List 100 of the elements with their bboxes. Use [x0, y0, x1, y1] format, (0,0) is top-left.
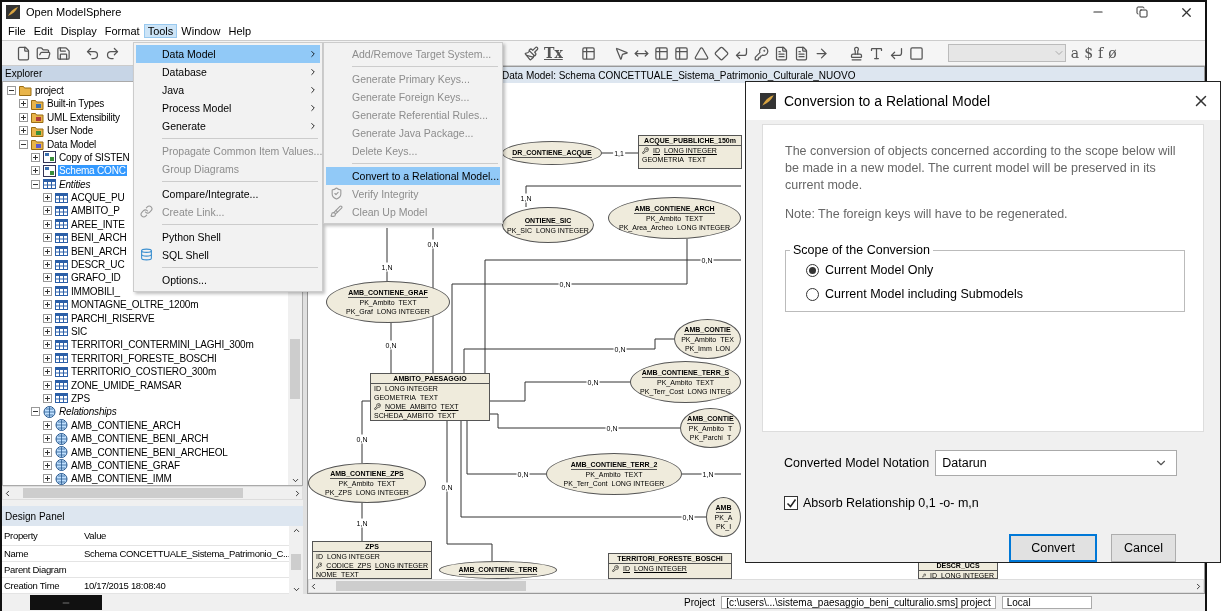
property-value[interactable]: 10/17/2015 18:08:40: [82, 580, 166, 591]
tree-item[interactable]: BENI_ARCH: [70, 245, 128, 257]
expander-icon[interactable]: [7, 85, 16, 95]
radio-option[interactable]: Current Model Only: [806, 263, 1170, 278]
tree-item[interactable]: AMB_CONTIENE_GRAF: [70, 459, 181, 471]
tree-item[interactable]: PARCHI_RISERVE: [70, 312, 156, 324]
menu-item[interactable]: Generate: [136, 117, 320, 135]
chevron-up-icon[interactable]: [291, 526, 301, 535]
redo-icon[interactable]: [105, 45, 120, 61]
radio-icon[interactable]: [806, 287, 819, 301]
expander-icon[interactable]: [43, 273, 52, 283]
menu-title[interactable]: Help: [224, 24, 256, 38]
menu-item[interactable]: Convert to a Relational Model...: [326, 167, 500, 185]
font-icon[interactable]: [868, 45, 884, 61]
triangle-icon[interactable]: [693, 45, 709, 61]
toolbar-glyph-button[interactable]: ø: [1108, 45, 1117, 61]
expander-icon[interactable]: [31, 166, 40, 176]
tree-item[interactable]: Entities: [58, 178, 92, 190]
chevron-down-icon[interactable]: [291, 585, 301, 594]
paint-icon[interactable]: [524, 45, 539, 61]
chevron-left-icon[interactable]: [309, 581, 318, 591]
dialog-button[interactable]: Convert: [1009, 534, 1098, 562]
scrollbar[interactable]: [2, 486, 303, 501]
arrow-icon[interactable]: [813, 45, 829, 61]
tree-item[interactable]: DESCR_UC: [70, 259, 126, 271]
expander-icon[interactable]: [43, 313, 52, 323]
tree-item[interactable]: IMMOBILI_: [70, 285, 121, 297]
undo-icon[interactable]: [85, 45, 100, 61]
tree-item[interactable]: AMB_CONTIENE_ARCH: [70, 419, 182, 431]
table-icon[interactable]: [673, 45, 689, 61]
scrollbar[interactable]: [308, 579, 1204, 593]
dialog-button[interactable]: Cancel: [1111, 534, 1176, 562]
expander-icon[interactable]: [43, 286, 52, 296]
new-file-icon[interactable]: [16, 45, 31, 61]
expander-icon[interactable]: [31, 407, 40, 417]
toolbar-glyph-button[interactable]: f: [1098, 45, 1104, 61]
clear-format-button[interactable]: Tx: [544, 45, 563, 61]
tree-item[interactable]: AMB_CONTIENE_IMM: [70, 473, 173, 485]
scrollbar-thumb[interactable]: [22, 488, 243, 499]
tree-item[interactable]: Copy of SISTEN: [58, 151, 131, 163]
tree-item[interactable]: TERRITORIO_COSTIERO_300m: [70, 366, 218, 378]
stamp-icon[interactable]: [848, 45, 864, 61]
expander-icon[interactable]: [43, 233, 52, 243]
menu-item[interactable]: Database: [136, 63, 320, 81]
chevron-right-icon[interactable]: [293, 488, 302, 498]
expander-icon[interactable]: [43, 393, 52, 403]
folder-icon[interactable]: [36, 45, 51, 61]
expander-icon[interactable]: [43, 327, 52, 336]
expander-icon[interactable]: [43, 246, 52, 256]
expander-icon[interactable]: [43, 300, 52, 310]
tree-item[interactable]: MONTAGNE_OLTRE_1200m: [70, 299, 200, 311]
scrollbar-thumb[interactable]: [336, 581, 526, 591]
tree-item[interactable]: TERRITORI_FORESTE_BOSCHI: [70, 352, 218, 364]
expander-icon[interactable]: [43, 420, 52, 430]
toolbar-glyph-button[interactable]: a: [1070, 45, 1080, 61]
scrollbar-thumb[interactable]: [291, 554, 301, 570]
border-icon[interactable]: [908, 45, 924, 61]
tree-item[interactable]: Built-in Types: [46, 98, 106, 110]
expander-icon[interactable]: [43, 206, 52, 216]
expander-icon[interactable]: [19, 112, 28, 122]
expander-icon[interactable]: [43, 380, 52, 390]
expander-icon[interactable]: [43, 340, 52, 350]
tree-item[interactable]: ZPS: [70, 392, 91, 404]
diamond-icon[interactable]: [713, 45, 729, 61]
expander-icon[interactable]: [19, 99, 28, 109]
tree-item[interactable]: AREE_INTE: [70, 218, 126, 230]
menu-title[interactable]: Tools: [143, 24, 178, 38]
save-icon[interactable]: [56, 45, 71, 61]
menu-item[interactable]: Options...: [136, 271, 320, 289]
expander-icon[interactable]: [43, 193, 52, 203]
toolbar-glyph-button[interactable]: $: [1084, 45, 1094, 61]
expander-icon[interactable]: [31, 179, 40, 189]
expander-icon[interactable]: [43, 353, 52, 363]
menu-title[interactable]: Format: [100, 24, 144, 38]
expander-icon[interactable]: [31, 152, 40, 162]
menu-item[interactable]: Python Shell: [136, 228, 320, 246]
expander-icon[interactable]: [43, 367, 52, 377]
tree-item[interactable]: TERRITORI_CONTERMINI_LAGHI_300m: [70, 339, 255, 351]
menu-title[interactable]: File: [4, 24, 30, 38]
property-value[interactable]: Schema CONCETTUALE_Sistema_Patrimonio_C...: [82, 548, 290, 559]
scrollbar[interactable]: [289, 526, 303, 594]
expander-icon[interactable]: [43, 434, 52, 444]
note-icon[interactable]: [773, 45, 789, 61]
tree-item[interactable]: project: [34, 84, 65, 96]
menu-item[interactable]: Process Model: [136, 99, 320, 117]
tree-item[interactable]: AMBITO_P: [70, 205, 121, 217]
expander-icon[interactable]: [19, 139, 28, 149]
document-icon[interactable]: [793, 45, 809, 61]
notation-select[interactable]: Datarun: [935, 450, 1178, 476]
tree-item[interactable]: AMB_CONTIENE_BENI_ARCH: [70, 433, 210, 445]
expander-icon[interactable]: [43, 447, 52, 457]
tree-item[interactable]: User Node: [46, 125, 94, 137]
expander-icon[interactable]: [43, 260, 52, 270]
key-icon[interactable]: [753, 45, 769, 61]
tree-item[interactable]: Data Model: [46, 138, 98, 150]
expander-icon[interactable]: [43, 474, 52, 484]
chevron-right-icon[interactable]: [1194, 581, 1203, 591]
menu-item[interactable]: Compare/Integrate...: [136, 185, 320, 203]
tree-item[interactable]: AMB_CONTIENE_BENI_ARCHEOL: [70, 446, 229, 458]
expander-icon[interactable]: [43, 460, 52, 470]
